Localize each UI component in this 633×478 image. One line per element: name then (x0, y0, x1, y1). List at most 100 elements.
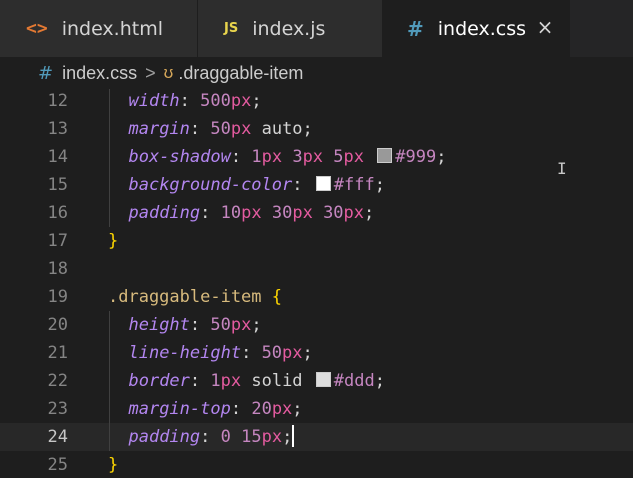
tab-index-js[interactable]: JS index.js (198, 0, 383, 57)
indent-guide (109, 311, 110, 451)
color-swatch[interactable] (315, 372, 331, 387)
code-token: ; (374, 175, 385, 195)
color-swatch[interactable] (315, 176, 331, 191)
code-line[interactable]: 16 padding: 10px 30px 30px; (0, 199, 633, 227)
code-text: height: 50px; (128, 315, 262, 335)
breadcrumb-file[interactable]: index.css (62, 63, 137, 84)
code-line[interactable]: 21 line-height: 50px; (0, 339, 633, 367)
css-property: width (128, 91, 180, 111)
number-value: 5 (333, 147, 344, 167)
close-icon[interactable]: × (535, 17, 555, 37)
code-token: ; (282, 427, 293, 447)
code-text: width: 500px; (128, 91, 262, 111)
code-text: border: 1px solid #ddd; (128, 371, 385, 391)
code-line[interactable]: 12 width: 500px; (0, 89, 633, 115)
tab-label: index.html (61, 17, 163, 40)
code-text: margin: 50px auto; (128, 119, 313, 139)
code-token: ; (292, 399, 303, 419)
code-line[interactable]: 17} (0, 227, 633, 255)
unit-value: px (271, 399, 293, 419)
chevron-right-icon: > (145, 62, 156, 83)
color-value: #ddd (333, 371, 375, 391)
unit-value: px (292, 203, 313, 223)
line-number: 24 (47, 427, 68, 447)
tab-label: index.css (437, 17, 527, 40)
unit-value: px (241, 203, 262, 223)
code-token: ; (251, 315, 262, 335)
number-value: 1 (210, 371, 221, 391)
symbol-icon: ʊ (163, 63, 174, 82)
code-text: padding: 0 15px; (128, 425, 295, 447)
tab-bar-empty (570, 0, 633, 57)
unit-value: px (282, 343, 303, 363)
code-token: ; (374, 371, 385, 391)
unit-value: px (261, 427, 283, 447)
line-number: 19 (47, 287, 68, 307)
css-file-icon: # (38, 62, 54, 84)
code-text: line-height: 50px; (128, 343, 313, 363)
color-value: #fff (333, 175, 375, 195)
css-icon: # (407, 16, 424, 41)
code-line[interactable]: 23 margin-top: 20px; (0, 395, 633, 423)
css-property: border (128, 371, 190, 391)
code-token: ; (364, 203, 375, 223)
line-number: 21 (47, 343, 68, 363)
code-line[interactable]: 19 .draggable-item { (0, 283, 633, 311)
opening-brace: { (271, 287, 283, 307)
code-text: margin-top: 20px; (128, 399, 303, 419)
unit-value: px (343, 203, 365, 223)
code-line[interactable]: 13 margin: 50px auto; (0, 115, 633, 143)
code-editor[interactable]: 12 width: 500px; 13 margin: 50px auto; 14 … (0, 89, 633, 478)
code-text: } (108, 227, 118, 255)
color-value: #999 (395, 147, 437, 167)
code-line[interactable]: 20 height: 50px; (0, 311, 633, 339)
tab-index-html[interactable]: <> index.html (0, 0, 198, 57)
code-text: box-shadow: 1px 3px 5px #999; (128, 147, 447, 167)
unit-value: px (230, 91, 252, 111)
number-value: 0 (220, 427, 231, 447)
tab-label: index.js (252, 17, 326, 40)
code-line[interactable]: 14 box-shadow: 1px 3px 5px #999; (0, 143, 633, 171)
code-line[interactable]: 22 border: 1px solid #ddd; (0, 367, 633, 395)
number-value: 500 (200, 91, 231, 111)
color-swatch[interactable] (377, 148, 393, 163)
number-value: 10 (220, 203, 242, 223)
line-number: 20 (47, 315, 68, 335)
breadcrumb-symbol[interactable]: .draggable-item (178, 63, 303, 84)
code-text: .draggable-item { (108, 283, 282, 311)
unit-value: px (220, 371, 242, 391)
code-line[interactable]: 18 (0, 255, 633, 283)
line-number: 25 (47, 455, 68, 475)
closing-brace: } (108, 231, 119, 251)
number-value: 30 (323, 203, 344, 223)
number-value: 50 (261, 343, 283, 363)
css-property: height (128, 315, 190, 335)
css-property: padding (128, 427, 201, 447)
line-number: 15 (47, 175, 68, 195)
code-token: auto (251, 119, 303, 139)
number-value: 50 (210, 315, 231, 335)
code-line[interactable]: 24 padding: 0 15px; (0, 423, 633, 451)
line-number: 14 (47, 147, 68, 167)
closing-brace: } (108, 455, 119, 475)
line-number: 12 (47, 91, 68, 111)
code-text: background-color: #fff; (128, 175, 385, 195)
number-value: 1 (251, 147, 262, 167)
code-line[interactable]: 25} (0, 451, 633, 478)
code-token: ; (302, 343, 313, 363)
indent-guide (109, 89, 110, 227)
code-text: } (108, 451, 118, 478)
css-selector: .draggable-item (108, 287, 262, 307)
code-token: ; (302, 119, 313, 139)
code-line[interactable]: 15 background-color: #fff; (0, 171, 633, 199)
breadcrumb: # index.css > ʊ .draggable-item (0, 57, 633, 89)
html-icon: <> (26, 18, 48, 39)
css-property: margin (128, 119, 190, 139)
line-number: 23 (47, 399, 68, 419)
tab-index-css[interactable]: # index.css × (383, 0, 570, 57)
